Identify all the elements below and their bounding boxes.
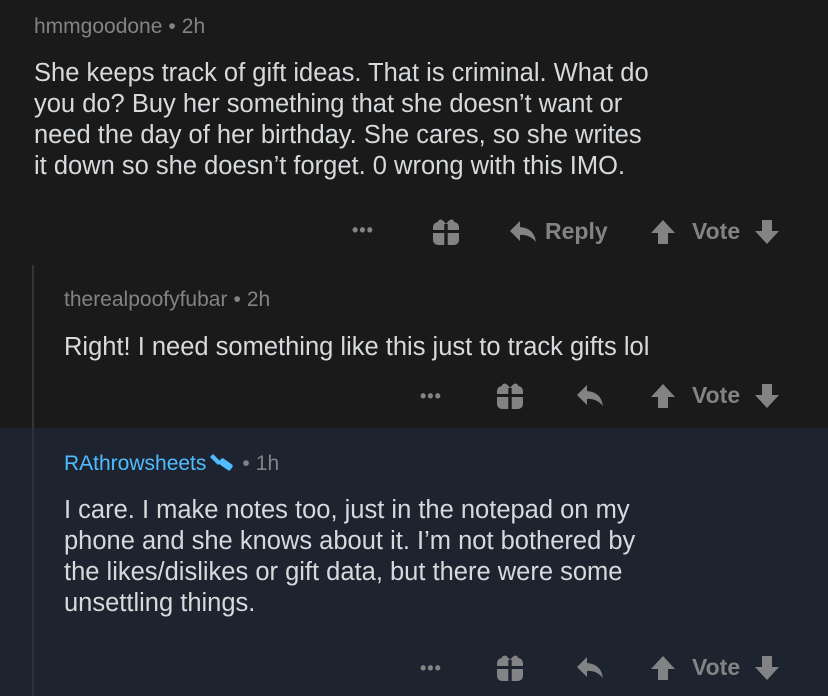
comment-meta: hmmgoodone • 2h <box>34 15 205 39</box>
award-button[interactable] <box>496 382 524 410</box>
award-button[interactable] <box>496 654 524 682</box>
comment-meta: RAthrowsheets • 1h <box>64 451 279 476</box>
downvote-icon[interactable] <box>754 383 780 409</box>
gift-icon <box>497 383 523 409</box>
meta-separator: • <box>168 15 176 38</box>
comment-author[interactable]: hmmgoodone <box>34 15 162 38</box>
comment-line: I care. I make notes too, just in the no… <box>64 496 630 524</box>
comment-line: it down so she doesn’t forget. 0 wrong w… <box>34 152 626 180</box>
comment-body: She keeps track of gift ideas. That is c… <box>34 58 649 182</box>
meta-separator: • <box>242 452 250 475</box>
vote-group: Vote <box>650 218 780 245</box>
reply-button[interactable] <box>576 656 604 680</box>
upvote-icon[interactable] <box>650 655 676 681</box>
reply-button[interactable] <box>576 384 604 408</box>
comment-line: She keeps track of gift ideas. That is c… <box>34 59 649 87</box>
comment-meta: therealpoofyfubar • 2h <box>64 288 270 312</box>
gift-icon <box>433 219 459 245</box>
upvote-icon[interactable] <box>650 383 676 409</box>
meta-separator: • <box>233 288 241 311</box>
more-options-button[interactable]: ••• <box>420 386 442 407</box>
vote-label: Vote <box>692 654 741 680</box>
more-options-button[interactable]: ••• <box>420 658 442 679</box>
gift-icon <box>497 655 523 681</box>
comment-time: 1h <box>255 452 280 475</box>
reply-arrow-icon <box>510 220 536 242</box>
comment-line: phone and she knows about it. I’m not bo… <box>64 527 636 555</box>
more-icon: ••• <box>420 386 442 406</box>
comment-line: unsettling things. <box>64 589 256 617</box>
comment-rathrowsheets: RAthrowsheets • 1h I care. I make notes t… <box>0 428 828 696</box>
reply-label: Reply <box>545 218 608 244</box>
vote-label: Vote <box>692 382 741 408</box>
comment-line: the likes/dislikes or gift data, but the… <box>64 558 623 586</box>
comment-line: you do? Buy her something that she doesn… <box>34 90 623 118</box>
comment-line: need the day of her birthday. She cares,… <box>34 121 642 149</box>
comment-line: Right! I need something like this just t… <box>64 333 650 361</box>
comment-hmmgoodone: hmmgoodone • 2h She keeps track of gift id… <box>0 0 828 262</box>
comment-body: I care. I make notes too, just in the no… <box>64 495 635 619</box>
comment-time: 2h <box>246 288 271 311</box>
downvote-icon[interactable] <box>754 655 780 681</box>
vote-group: Vote <box>650 654 780 681</box>
reply-arrow-icon <box>577 385 603 406</box>
thread-line[interactable] <box>32 265 34 428</box>
comment-author[interactable]: therealpoofyfubar <box>64 288 227 311</box>
comment-body: Right! I need something like this just t… <box>64 332 649 363</box>
mod-shield-icon <box>210 451 236 473</box>
comment-author[interactable]: RAthrowsheets <box>64 452 206 475</box>
more-icon: ••• <box>420 658 442 678</box>
award-button[interactable] <box>432 218 460 246</box>
comment-therealpoofyfubar: therealpoofyfubar • 2h Right! I need somet… <box>0 262 828 428</box>
comment-time: 2h <box>181 15 206 38</box>
downvote-icon[interactable] <box>754 219 780 245</box>
more-icon: ••• <box>352 220 374 240</box>
reply-button[interactable]: Reply <box>509 218 608 245</box>
vote-label: Vote <box>692 218 741 244</box>
more-options-button[interactable]: ••• <box>352 220 374 241</box>
vote-group: Vote <box>650 382 780 409</box>
reply-arrow-icon <box>577 657 603 678</box>
upvote-icon[interactable] <box>650 219 676 245</box>
thread-line[interactable] <box>32 428 34 696</box>
